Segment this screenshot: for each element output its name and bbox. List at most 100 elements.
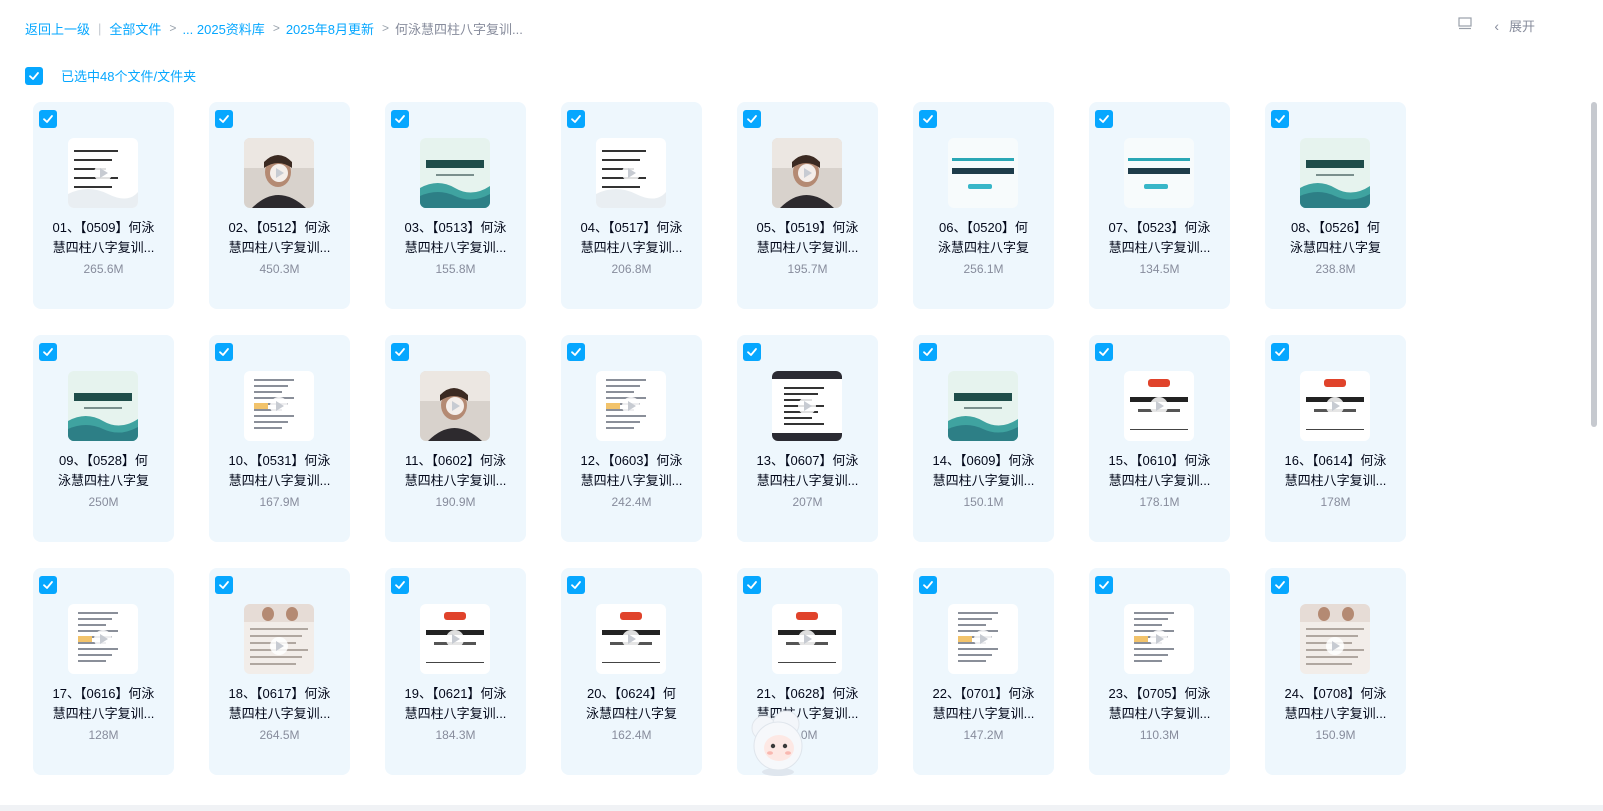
file-checkbox[interactable] [919,110,937,128]
file-checkbox[interactable] [743,576,761,594]
breadcrumb-item-all-files[interactable]: 全部文件 [109,19,161,38]
file-name[interactable]: 01、【0509】何泳 慧四柱八字复训... [33,218,174,258]
video-thumbnail[interactable] [772,371,842,441]
video-thumbnail[interactable] [1124,371,1194,441]
file-card[interactable]: 14、【0609】何泳 慧四柱八字复训... 150.1M [913,335,1054,542]
breadcrumb-item-library[interactable]: ... 2025资料库 [182,19,264,38]
file-name[interactable]: 23、【0705】何泳 慧四柱八字复训... [1089,684,1230,724]
file-card[interactable]: 01、【0509】何泳 慧四柱八字复训... 265.6M [33,102,174,309]
file-name[interactable]: 19、【0621】何泳 慧四柱八字复训... [385,684,526,724]
file-card[interactable]: 19、【0621】何泳 慧四柱八字复训... 184.3M [385,568,526,775]
file-card[interactable]: 16、【0614】何泳 慧四柱八字复训... 178M [1265,335,1406,542]
file-checkbox[interactable] [743,110,761,128]
file-checkbox[interactable] [919,343,937,361]
file-name[interactable]: 13、【0607】何泳 慧四柱八字复训... [737,451,878,491]
file-name[interactable]: 22、【0701】何泳 慧四柱八字复训... [913,684,1054,724]
file-card[interactable]: 09、【0528】何 泳慧四柱八字复 250M [33,335,174,542]
video-thumbnail[interactable] [948,138,1018,208]
expand-button[interactable]: 展开 [1509,16,1535,35]
video-thumbnail[interactable] [68,604,138,674]
select-all-checkbox[interactable] [25,66,43,85]
file-card[interactable]: 03、【0513】何泳 慧四柱八字复训... 155.8M [385,102,526,309]
file-name[interactable]: 05、【0519】何泳 慧四柱八字复训... [737,218,878,258]
file-checkbox[interactable] [39,110,57,128]
horizontal-scrollbar[interactable] [0,805,1603,811]
file-checkbox[interactable] [39,576,57,594]
file-name[interactable]: 16、【0614】何泳 慧四柱八字复训... [1265,451,1406,491]
video-thumbnail[interactable] [420,138,490,208]
video-thumbnail[interactable] [1300,371,1370,441]
video-thumbnail[interactable] [420,371,490,441]
file-name[interactable]: 18、【0617】何泳 慧四柱八字复训... [209,684,350,724]
file-card[interactable]: 20、【0624】何 泳慧四柱八字复 162.4M [561,568,702,775]
file-checkbox[interactable] [391,576,409,594]
file-card[interactable]: 02、【0512】何泳 慧四柱八字复训... 450.3M [209,102,350,309]
file-checkbox[interactable] [391,343,409,361]
video-thumbnail[interactable] [596,138,666,208]
video-thumbnail[interactable] [68,138,138,208]
video-thumbnail[interactable] [772,604,842,674]
file-card[interactable]: 23、【0705】何泳 慧四柱八字复训... 110.3M [1089,568,1230,775]
video-thumbnail[interactable] [772,138,842,208]
file-checkbox[interactable] [743,343,761,361]
file-card[interactable]: 08、【0526】何 泳慧四柱八字复 238.8M [1265,102,1406,309]
file-checkbox[interactable] [567,110,585,128]
video-thumbnail[interactable] [1124,604,1194,674]
video-thumbnail[interactable] [1300,138,1370,208]
back-link[interactable]: 返回上一级 [25,19,90,38]
file-name[interactable]: 07、【0523】何泳 慧四柱八字复训... [1089,218,1230,258]
file-card[interactable]: 18、【0617】何泳 慧四柱八字复训... 264.5M [209,568,350,775]
file-card[interactable]: 13、【0607】何泳 慧四柱八字复训... 207M [737,335,878,542]
file-checkbox[interactable] [1271,576,1289,594]
file-name[interactable]: 04、【0517】何泳 慧四柱八字复训... [561,218,702,258]
file-checkbox[interactable] [215,343,233,361]
file-card[interactable]: 22、【0701】何泳 慧四柱八字复训... 147.2M [913,568,1054,775]
vertical-scrollbar[interactable] [1591,102,1597,427]
list-view-icon[interactable] [1458,17,1472,34]
file-name[interactable]: 14、【0609】何泳 慧四柱八字复训... [913,451,1054,491]
file-card[interactable]: 06、【0520】何 泳慧四柱八字复 256.1M [913,102,1054,309]
video-thumbnail[interactable] [1124,138,1194,208]
file-name[interactable]: 08、【0526】何 泳慧四柱八字复 [1265,218,1406,258]
file-name[interactable]: 03、【0513】何泳 慧四柱八字复训... [385,218,526,258]
file-name[interactable]: 02、【0512】何泳 慧四柱八字复训... [209,218,350,258]
file-card[interactable]: 10、【0531】何泳 慧四柱八字复训... 167.9M [209,335,350,542]
file-checkbox[interactable] [215,576,233,594]
file-checkbox[interactable] [1095,576,1113,594]
file-checkbox[interactable] [919,576,937,594]
file-card[interactable]: 07、【0523】何泳 慧四柱八字复训... 134.5M [1089,102,1230,309]
breadcrumb-item-august[interactable]: 2025年8月更新 [286,19,374,38]
video-thumbnail[interactable] [948,604,1018,674]
file-card[interactable]: 11、【0602】何泳 慧四柱八字复训... 190.9M [385,335,526,542]
video-thumbnail[interactable] [244,604,314,674]
file-card[interactable]: 24、【0708】何泳 慧四柱八字复训... 150.9M [1265,568,1406,775]
file-checkbox[interactable] [1271,343,1289,361]
file-name[interactable]: 11、【0602】何泳 慧四柱八字复训... [385,451,526,491]
video-thumbnail[interactable] [1300,604,1370,674]
file-name[interactable]: 09、【0528】何 泳慧四柱八字复 [33,451,174,491]
file-name[interactable]: 20、【0624】何 泳慧四柱八字复 [561,684,702,724]
file-checkbox[interactable] [567,343,585,361]
video-thumbnail[interactable] [244,138,314,208]
file-checkbox[interactable] [391,110,409,128]
file-checkbox[interactable] [215,110,233,128]
file-name[interactable]: 06、【0520】何 泳慧四柱八字复 [913,218,1054,258]
video-thumbnail[interactable] [68,371,138,441]
file-name[interactable]: 10、【0531】何泳 慧四柱八字复训... [209,451,350,491]
video-thumbnail[interactable] [596,604,666,674]
file-card[interactable]: 05、【0519】何泳 慧四柱八字复训... 195.7M [737,102,878,309]
video-thumbnail[interactable] [948,371,1018,441]
file-checkbox[interactable] [1271,110,1289,128]
video-thumbnail[interactable] [244,371,314,441]
file-card[interactable]: 15、【0610】何泳 慧四柱八字复训... 178.1M [1089,335,1230,542]
video-thumbnail[interactable] [420,604,490,674]
file-checkbox[interactable] [1095,343,1113,361]
file-checkbox[interactable] [567,576,585,594]
file-checkbox[interactable] [39,343,57,361]
video-thumbnail[interactable] [596,371,666,441]
file-name[interactable]: 17、【0616】何泳 慧四柱八字复训... [33,684,174,724]
file-name[interactable]: 12、【0603】何泳 慧四柱八字复训... [561,451,702,491]
assistant-mascot-icon[interactable] [742,706,814,783]
file-card[interactable]: 04、【0517】何泳 慧四柱八字复训... 206.8M [561,102,702,309]
file-checkbox[interactable] [1095,110,1113,128]
